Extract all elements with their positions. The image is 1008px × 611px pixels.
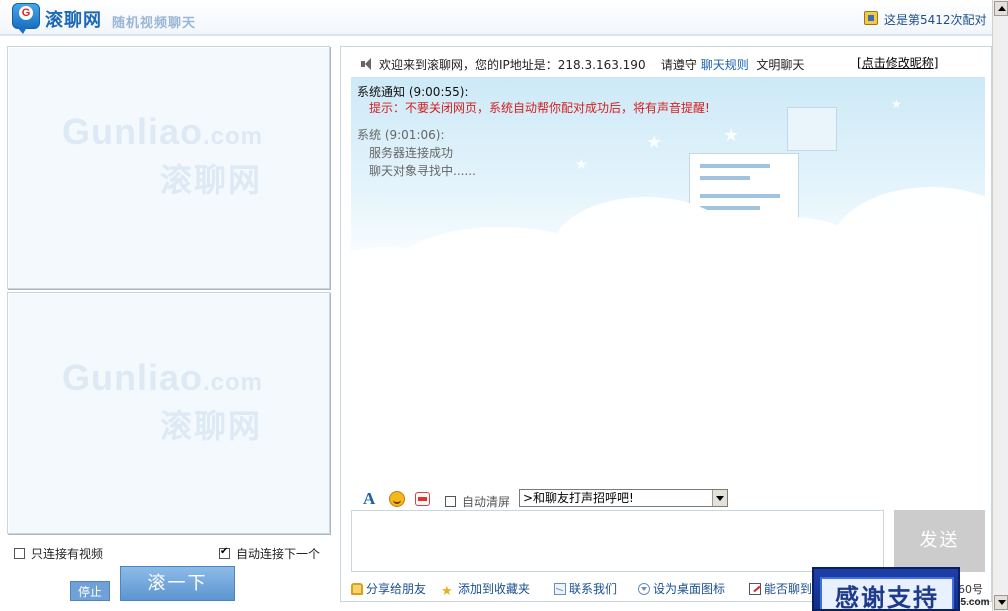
download-icon — [638, 583, 650, 595]
site-slogan: 随机视频聊天 — [112, 16, 197, 31]
watermark-logo: Gunliao.com — [62, 357, 264, 398]
pairing-count-text: 这是第5412次配对 — [884, 13, 987, 27]
system-message-line: 聊天对象寻找中...... — [369, 164, 476, 178]
notice-message-title: 系统通知 (9:00:55): — [357, 85, 469, 99]
chat-rules-link[interactable]: 聊天规则 — [701, 58, 749, 72]
emoji-icon[interactable] — [389, 491, 405, 507]
notice-message-body: 提示：不要关闭网页，系统自动帮你配对成功后，将有声音提醒! — [369, 101, 710, 115]
auto-clear-checkbox[interactable] — [445, 496, 456, 507]
site-name[interactable]: 滚聊网 — [45, 6, 102, 32]
roll-next-button[interactable]: 滚一下 — [120, 566, 235, 601]
bookmark-link[interactable]: ★ 添加到收藏夹 — [441, 580, 530, 598]
chevron-down-icon[interactable] — [712, 490, 727, 506]
scroll-up-button[interactable] — [994, 1, 1008, 16]
arrow-up-icon — [998, 6, 1006, 11]
auto-clear-option[interactable]: 自动清屏 — [445, 493, 510, 510]
auto-next-option[interactable]: 自动连接下一个 — [219, 545, 320, 562]
greeting-selected-value: >和聊友打声招呼吧! — [523, 491, 634, 505]
watermark-logo: Gunliao.com — [62, 111, 264, 152]
pairing-count-icon — [864, 11, 878, 25]
only-video-checkbox[interactable] — [14, 548, 25, 559]
thanks-text: 感谢支持 — [820, 577, 954, 609]
chat-toolbar: A 自动清屏 >和聊友打声招呼吧! — [361, 489, 761, 511]
share-link[interactable]: 分享给朋友 — [351, 580, 426, 597]
thanks-banner[interactable]: 感谢支持 — [812, 567, 960, 611]
header-bar: G 滚聊网 随机视频聊天 这是第5412次配对 — [0, 0, 992, 36]
lock-icon — [351, 583, 363, 595]
contact-link[interactable]: 联系我们 — [554, 580, 617, 597]
system-message-line: 服务器连接成功 — [369, 146, 454, 160]
ip-address: 218.3.163.190 — [557, 58, 646, 72]
star-icon: ★ — [441, 584, 453, 599]
local-video-panel: Gunliao.com 滚聊网 — [7, 292, 330, 534]
greeting-select[interactable]: >和聊友打声招呼吧! — [519, 489, 728, 507]
nudge-icon[interactable] — [415, 492, 430, 506]
message-input[interactable] — [351, 510, 884, 572]
only-video-option[interactable]: 只连接有视频 — [14, 545, 103, 562]
watermark-name: 滚聊网 — [160, 161, 263, 199]
logo-letter: G — [19, 6, 33, 20]
scroll-down-button[interactable] — [994, 595, 1008, 610]
only-video-label: 只连接有视频 — [31, 547, 104, 561]
edit-icon — [749, 583, 761, 595]
clipped-number-text: 60号 — [958, 583, 983, 596]
stop-button[interactable]: 停止 — [70, 581, 110, 601]
page-scrollbar[interactable] — [992, 0, 1008, 611]
system-message-title: 系统 (9:01:06): — [357, 128, 445, 142]
can-chat-link[interactable]: 能否聊到 — [749, 580, 812, 597]
welcome-line: 欢迎来到滚聊网，您的IP地址是：218.3.163.190 请遵守 聊天规则 文… — [361, 56, 804, 73]
auto-clear-label: 自动清屏 — [462, 495, 511, 509]
font-style-icon[interactable]: A — [363, 489, 375, 509]
mail-icon — [554, 583, 566, 595]
change-nickname-link[interactable]: 点击修改昵称 — [856, 53, 939, 72]
desktop-icon-link[interactable]: 设为桌面图标 — [638, 580, 725, 597]
auto-next-checkbox[interactable] — [219, 546, 230, 559]
clipped-site-text: 05.com — [955, 597, 990, 608]
chat-message-area[interactable]: ★ ★ ★ ★ 系统通知 (9:00:55): 提示：不要关闭网页，系统自动帮你… — [351, 77, 985, 481]
send-button[interactable]: 发送 — [894, 510, 985, 572]
watermark-name: 滚聊网 — [160, 407, 263, 445]
arrow-down-icon — [998, 600, 1006, 605]
chat-panel: 欢迎来到滚聊网，您的IP地址是：218.3.163.190 请遵守 聊天规则 文… — [340, 46, 992, 602]
auto-next-label: 自动连接下一个 — [236, 547, 321, 561]
remote-video-panel: Gunliao.com 滚聊网 — [7, 46, 330, 289]
logo-icon[interactable]: G — [12, 3, 40, 34]
speaker-icon — [361, 58, 375, 70]
